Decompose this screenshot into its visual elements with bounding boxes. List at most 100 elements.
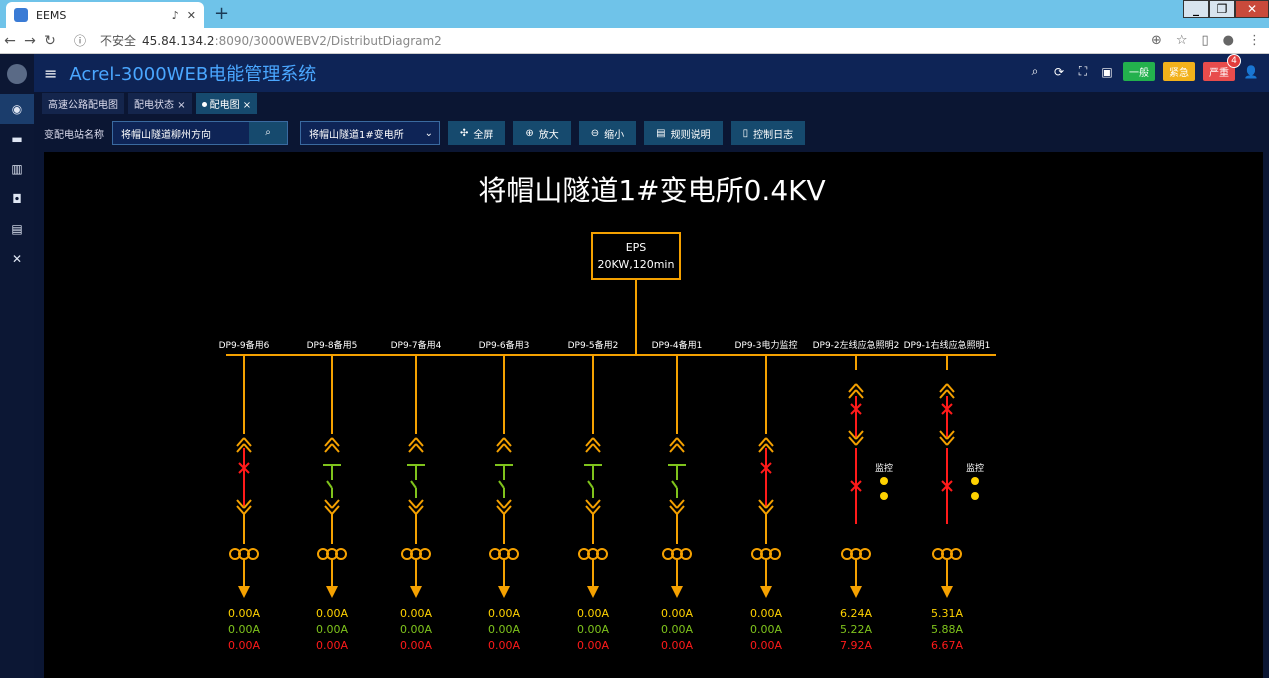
current-phase-b: 0.00A xyxy=(228,623,260,636)
upper-plug-icon xyxy=(496,437,512,453)
forward-icon[interactable]: → xyxy=(20,33,40,49)
url-field[interactable]: 45.84.134.2:8090/3000WEBV2/DistributDiag… xyxy=(142,34,442,48)
feeder-3[interactable]: DP9-7备用4 0.00A 0.00A 0.00A xyxy=(391,339,442,652)
active-dot-icon xyxy=(201,102,207,107)
fullscreen-button[interactable]: ✣ 全屏 xyxy=(448,121,506,145)
document-icon[interactable]: ▤ xyxy=(0,214,34,244)
trash-icon[interactable]: ▯ xyxy=(1202,33,1209,48)
feeder-4[interactable]: DP9-6备用3 0.00A 0.00A 0.00A xyxy=(479,339,530,652)
folder-icon[interactable]: ▬ xyxy=(0,124,34,154)
favicon-icon xyxy=(14,8,28,22)
substation-select-value: 将帽山隧道1#变电所 xyxy=(309,129,404,141)
alarm-urgent-button[interactable]: 紧急 xyxy=(1163,62,1195,81)
search-icon[interactable]: ⌕ xyxy=(1027,64,1043,79)
feeder-name: DP9-1右线应急照明1 xyxy=(904,339,991,351)
lower-plug-icon xyxy=(585,499,601,515)
feeder-name: DP9-8备用5 xyxy=(307,339,358,351)
fullscreen-label: 全屏 xyxy=(473,129,494,141)
load-arrow-icon xyxy=(850,586,862,598)
feeder-7[interactable]: DP9-3电力监控 0.00A 0.00A 0.00A xyxy=(734,339,797,652)
info-icon[interactable]: ⓘ xyxy=(74,32,86,49)
close-window-icon[interactable]: ✕ xyxy=(1235,0,1269,18)
lower-plug-icon xyxy=(408,499,424,515)
address-bar: ← → ↻ ⓘ 不安全 45.84.134.2:8090/3000WEBV2/D… xyxy=(0,28,1269,54)
monitor-icon[interactable]: ▣ xyxy=(1099,65,1115,79)
feeder-2[interactable]: DP9-8备用5 0.00A 0.00A 0.00A xyxy=(307,339,358,652)
globe-icon[interactable]: ◉ xyxy=(0,94,34,124)
tab-distribution-status[interactable]: 配电状态 × xyxy=(128,92,192,114)
current-phase-a: 5.31A xyxy=(931,607,963,620)
feeder-name: DP9-2左线应急照明2 xyxy=(813,339,900,351)
account-icon[interactable]: ● xyxy=(1223,33,1234,48)
log-icon: ▯ xyxy=(742,127,749,139)
feeder-1[interactable]: DP9-9备用6 0.00A 0.00A 0.00A xyxy=(219,339,270,652)
eps-box[interactable] xyxy=(591,232,681,280)
sidebar: ◉ ▬ ▥ ◘ ▤ ✕ xyxy=(0,54,34,678)
current-phase-b: 5.22A xyxy=(840,623,872,636)
feeder-8[interactable]: DP9-2左线应急照明2 监控 6.24A 5.22A 7.92A xyxy=(813,339,900,652)
current-phase-c: 0.00A xyxy=(750,639,782,652)
zoom-in-button[interactable]: ⊕ 放大 xyxy=(513,121,571,145)
browser-actions: ⊕ ☆ ▯ ● ⋮ xyxy=(1151,33,1261,48)
restore-icon[interactable]: ❐ xyxy=(1209,0,1235,18)
indicator-lamp-icon xyxy=(971,477,979,485)
indicator-lamp-icon xyxy=(971,492,979,500)
current-phase-a: 0.00A xyxy=(750,607,782,620)
search-button[interactable]: ⌕ xyxy=(249,122,287,144)
avatar[interactable] xyxy=(0,54,34,94)
current-phase-a: 0.00A xyxy=(400,607,432,620)
feeder-6[interactable]: DP9-4备用1 0.00A 0.00A 0.00A xyxy=(652,339,703,652)
bar-chart-icon[interactable]: ▥ xyxy=(0,154,34,184)
current-phase-c: 0.00A xyxy=(228,639,260,652)
speaker-icon[interactable]: ♪ xyxy=(172,9,179,22)
upper-plug-icon xyxy=(585,437,601,453)
zoom-icon[interactable]: ⊕ xyxy=(1151,33,1162,48)
rules-button[interactable]: ▤ 规则说明 xyxy=(644,121,723,145)
feeders: DP9-9备用6 0.00A 0.00A 0.00A DP9-8备用5 0.00A 0.00… xyxy=(219,339,991,652)
refresh-icon[interactable]: ⟳ xyxy=(1051,65,1067,79)
load-arrow-icon xyxy=(587,586,599,598)
eps-label: EPS xyxy=(626,241,647,254)
close-tab-icon[interactable]: ✕ xyxy=(187,9,196,22)
tab-distribution-diagram[interactable]: 配电图 × xyxy=(195,92,258,114)
monitor-tag: 监控 xyxy=(966,462,984,474)
menu-icon[interactable]: ≡ xyxy=(44,64,57,83)
load-arrow-icon xyxy=(498,586,510,598)
tab-label: 高速公路配电图 xyxy=(48,99,118,111)
user-icon[interactable]: 👤 xyxy=(1243,65,1259,79)
tab-highway-diagram[interactable]: 高速公路配电图 xyxy=(42,92,124,114)
diagram-canvas: 将帽山隧道1#变电所0.4KV EPS 20KW,120min DP9-9备用6… xyxy=(44,152,1263,678)
current-phase-c: 7.92A xyxy=(840,639,872,652)
zoom-out-icon: ⊖ xyxy=(590,127,600,139)
window-controls: _ ❐ ✕ xyxy=(1183,0,1269,18)
more-icon[interactable]: ⋮ xyxy=(1248,33,1261,48)
tools-icon[interactable]: ✕ xyxy=(0,244,34,274)
alarm-severe-button[interactable]: 严重 4 xyxy=(1203,54,1241,81)
close-icon[interactable]: × xyxy=(243,100,251,111)
feeder-9[interactable]: DP9-1右线应急照明1 监控 5.31A 5.88A 6.67A xyxy=(904,339,991,652)
url-path: :8090/3000WEBV2/DistributDiagram2 xyxy=(214,33,442,48)
station-search-input[interactable]: 将帽山隧道柳州方向 xyxy=(113,126,249,141)
feeder-name: DP9-6备用3 xyxy=(479,339,530,351)
feeder-5[interactable]: DP9-5备用2 0.00A 0.00A 0.00A xyxy=(568,339,619,652)
star-icon[interactable]: ☆ xyxy=(1176,33,1188,48)
load-arrow-icon xyxy=(326,586,338,598)
current-phase-c: 6.67A xyxy=(931,639,963,652)
back-icon[interactable]: ← xyxy=(0,33,20,49)
browser-tab[interactable]: EEMS ♪ ✕ xyxy=(6,2,204,28)
new-tab-button[interactable]: + xyxy=(214,3,229,24)
control-log-button[interactable]: ▯ 控制日志 xyxy=(730,121,806,145)
substation-select[interactable]: 将帽山隧道1#变电所 ⌄ xyxy=(300,121,440,145)
zoom-out-button[interactable]: ⊖ 缩小 xyxy=(578,121,637,145)
fullscreen-icon[interactable]: ⛶ xyxy=(1075,64,1091,79)
url-host: 45.84.134.2 xyxy=(142,33,215,48)
zoom-in-label: 放大 xyxy=(538,129,559,141)
reload-icon[interactable]: ↻ xyxy=(40,33,60,49)
load-arrow-icon xyxy=(760,586,772,598)
load-arrow-icon xyxy=(941,586,953,598)
alarm-normal-button[interactable]: 一般 xyxy=(1123,62,1155,81)
station-label: 变配电站名称 xyxy=(44,129,104,141)
minimize-icon[interactable]: _ xyxy=(1183,0,1209,18)
camera-icon[interactable]: ◘ xyxy=(0,184,34,214)
close-icon[interactable]: × xyxy=(177,100,185,111)
